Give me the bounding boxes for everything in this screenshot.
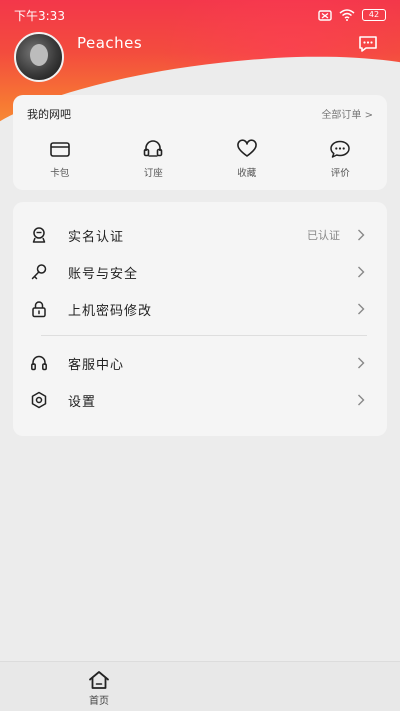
quick-label: 卡包 [50, 168, 70, 179]
message-icon[interactable] [358, 35, 378, 53]
menu-item-label: 客服中心 [68, 357, 125, 373]
chevron-right-icon [358, 394, 365, 406]
chevron-right-icon [358, 266, 365, 278]
menu-item-label: 设置 [68, 394, 97, 410]
comment-icon [330, 140, 350, 158]
verified-status: 已认证 [307, 229, 340, 242]
quick-item-booking[interactable]: 订座 [107, 139, 201, 179]
username[interactable]: Peaches [77, 34, 142, 52]
quick-item-card-wallet[interactable]: 卡包 [13, 139, 107, 179]
bottom-navigation: 首页 [0, 661, 400, 711]
quick-item-reviews[interactable]: 评价 [294, 139, 388, 179]
avatar[interactable] [14, 32, 64, 82]
quick-label: 收藏 [237, 168, 257, 179]
quick-actions: 卡包 订座 收藏 评价 [13, 139, 387, 179]
nav-tab-home[interactable]: 首页 [76, 670, 122, 707]
heart-icon [236, 139, 257, 157]
status-icons: 42 [318, 9, 386, 21]
user-verify-icon [32, 227, 46, 243]
menu-item-settings[interactable]: 设置 [13, 382, 387, 418]
my-wangba-card: 我的网吧 全部订单 > 卡包 订座 收藏 评价 [13, 95, 387, 190]
sim-off-icon [318, 9, 332, 21]
status-bar: 下午3:33 42 [0, 0, 400, 30]
menu-item-real-name[interactable]: 实名认证 已认证 [13, 217, 387, 253]
status-time: 下午3:33 [14, 8, 65, 23]
menu-item-label: 账号与安全 [68, 266, 139, 282]
settings-menu-card: 实名认证 已认证 账号与安全 上机密码修改 客服中心 设置 [13, 202, 387, 436]
chevron-right-icon [358, 357, 365, 369]
key-icon [31, 264, 47, 280]
card-wallet-icon [49, 142, 70, 157]
lock-icon [32, 301, 46, 318]
all-orders-link[interactable]: 全部订单 > [321, 106, 373, 121]
menu-item-customer-service[interactable]: 客服中心 [13, 345, 387, 381]
my-wangba-title: 我的网吧 [27, 108, 71, 121]
quick-item-favorites[interactable]: 收藏 [200, 139, 294, 179]
wifi-icon [339, 9, 355, 21]
headset-icon [143, 140, 163, 157]
menu-item-account-security[interactable]: 账号与安全 [13, 254, 387, 290]
menu-item-login-password[interactable]: 上机密码修改 [13, 291, 387, 327]
menu-item-label: 上机密码修改 [68, 303, 153, 319]
menu-item-label: 实名认证 [68, 229, 125, 245]
headphones-icon [31, 355, 47, 371]
nav-home-label: 首页 [89, 696, 109, 707]
battery-indicator: 42 [362, 9, 386, 21]
settings-hex-icon [31, 391, 47, 409]
chevron-right-icon [358, 229, 365, 241]
home-icon [89, 671, 109, 689]
quick-label: 订座 [143, 168, 163, 179]
quick-label: 评价 [330, 168, 350, 179]
chevron-right-icon [358, 303, 365, 315]
menu-divider [41, 335, 367, 336]
